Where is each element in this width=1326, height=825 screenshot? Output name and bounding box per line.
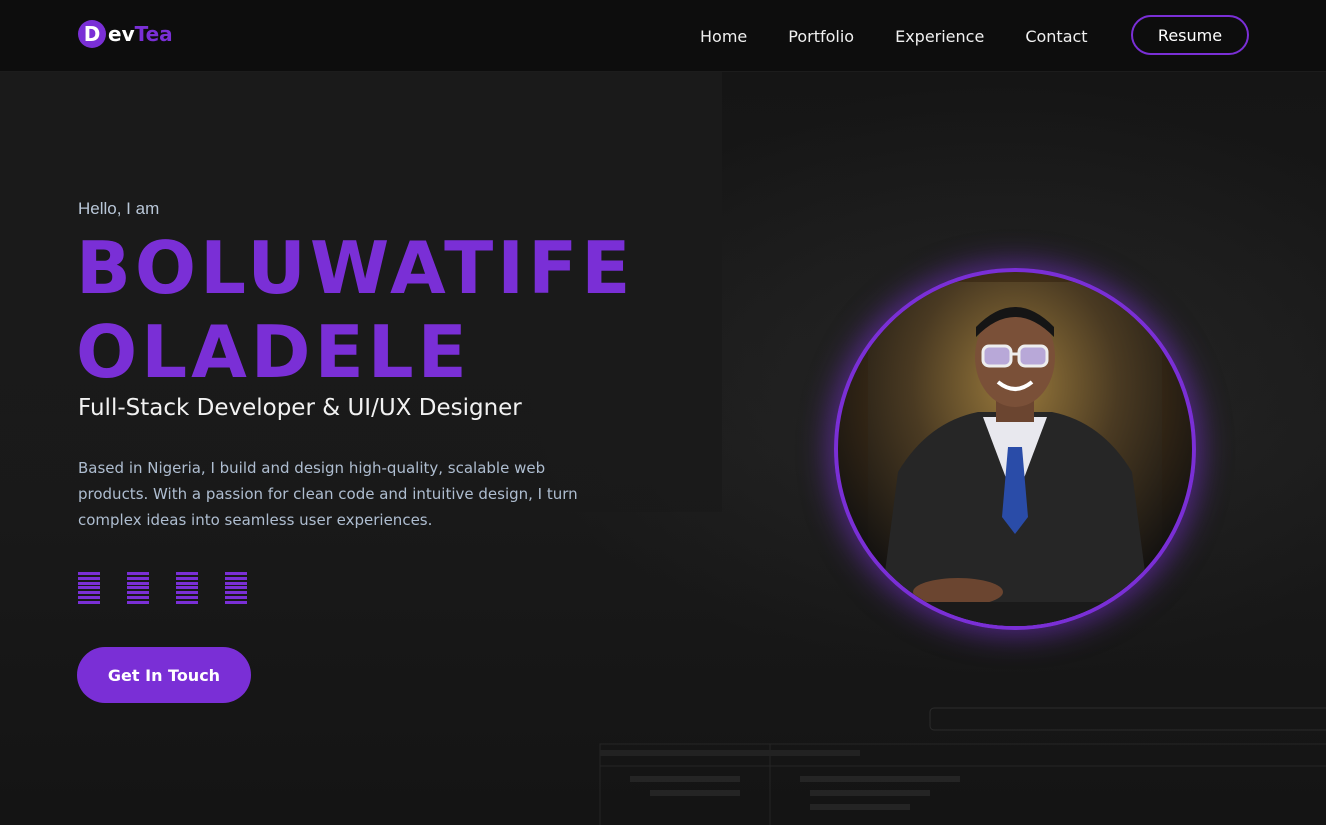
brand-logo-badge: D: [78, 20, 106, 48]
top-navbar: D ev Tea Home Portfolio Experience Conta…: [0, 0, 1326, 72]
nav-link-experience[interactable]: Experience: [895, 27, 984, 46]
brand-logo-text-ev: ev: [108, 22, 135, 46]
social-icon[interactable]: [78, 572, 100, 604]
nav-link-home[interactable]: Home: [700, 27, 747, 46]
hero-bio: Based in Nigeria, I build and design hig…: [78, 459, 578, 529]
nav-links: Home Portfolio Experience Contact: [700, 0, 1129, 72]
brand-logo[interactable]: D ev Tea: [78, 18, 173, 50]
social-links: [78, 572, 274, 604]
social-icon[interactable]: [127, 572, 149, 604]
get-in-touch-button[interactable]: Get In Touch: [77, 647, 251, 703]
resume-button[interactable]: Resume: [1131, 15, 1249, 55]
social-icon[interactable]: [176, 572, 198, 604]
hero-greeting: Hello, I am: [78, 199, 160, 218]
social-icon[interactable]: [225, 572, 247, 604]
background-code-editor: [599, 707, 1326, 825]
nav-link-contact[interactable]: Contact: [1025, 27, 1087, 46]
hero-role: Full-Stack Developer & UI/UX Designer: [78, 395, 522, 421]
nav-link-portfolio[interactable]: Portfolio: [788, 27, 854, 46]
hero-name-line1: BOLUWATIFE: [76, 226, 635, 310]
hero-name-line2: OLADELE: [76, 310, 471, 394]
hero-name: BOLUWATIFE OLADELE: [76, 226, 634, 394]
profile-photo: [834, 268, 1196, 630]
profile-photo-illustration: [868, 282, 1162, 626]
brand-logo-text-tea: Tea: [134, 22, 173, 46]
